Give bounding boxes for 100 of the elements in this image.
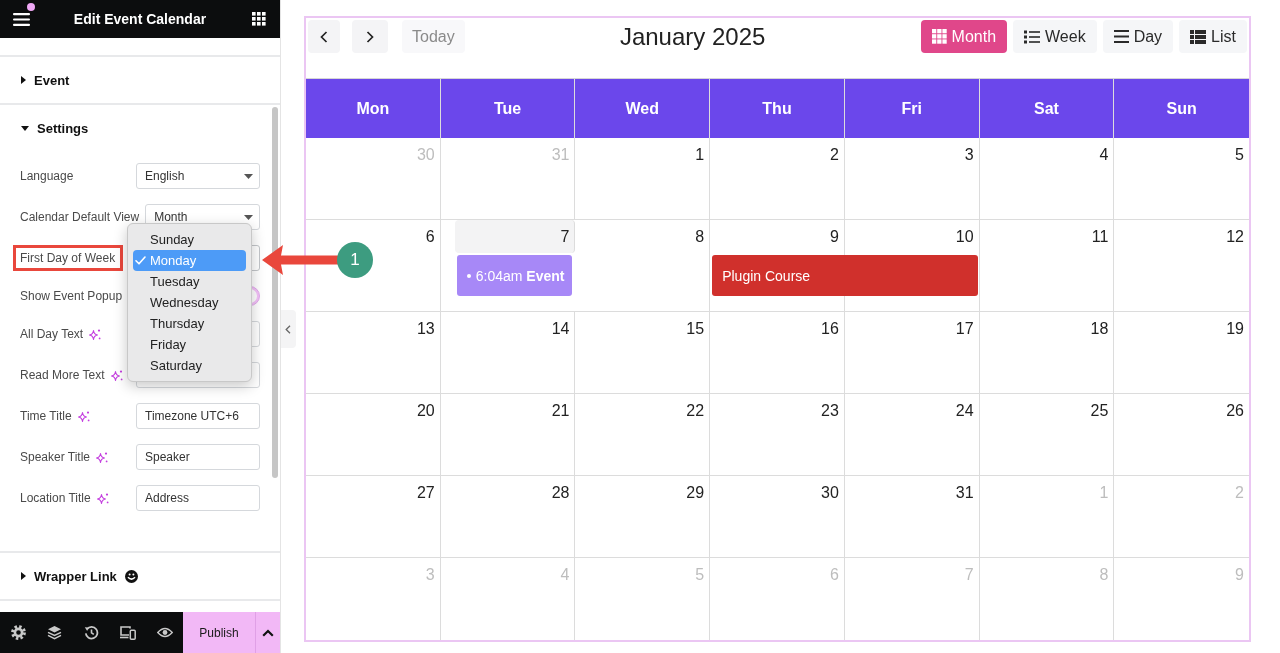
day-cell[interactable]: 27 <box>306 476 441 557</box>
day-number: 7 <box>560 227 570 247</box>
sparkle-icon[interactable] <box>96 451 109 463</box>
day-cell[interactable]: 24 <box>844 394 980 475</box>
day-number: 12 <box>1226 227 1244 247</box>
view-button[interactable]: List <box>1179 20 1247 53</box>
menu-icon <box>12 12 30 26</box>
day-number: 5 <box>695 565 705 585</box>
day-number: 24 <box>955 401 974 421</box>
day-cell[interactable]: 4 <box>979 138 1115 219</box>
day-cell[interactable]: 20 <box>306 394 441 475</box>
weekday-label: Sun <box>1166 99 1197 118</box>
scrollbar[interactable] <box>272 107 278 478</box>
bars-icon <box>1113 30 1129 43</box>
chevron-left-icon <box>285 324 291 334</box>
day-cell[interactable]: 16 <box>710 312 845 393</box>
dropdown-option[interactable]: Thursday <box>133 313 246 334</box>
weekday-label: Wed <box>625 99 659 118</box>
day-cell[interactable]: 13 <box>306 312 441 393</box>
day-cell[interactable]: 11 <box>979 220 1115 311</box>
history-icon <box>84 625 99 640</box>
day-number: 25 <box>1090 401 1109 421</box>
day-cell[interactable]: 26 <box>1114 394 1249 475</box>
weekday-label: Sat <box>1033 99 1059 118</box>
day-cell[interactable]: 29 <box>575 476 711 557</box>
view-button[interactable]: Week <box>1013 20 1097 53</box>
day-cell[interactable]: 23 <box>710 394 845 475</box>
day-number: 3 <box>425 565 435 585</box>
day-number: 20 <box>416 401 435 421</box>
publish-options-button[interactable] <box>255 612 280 653</box>
day-number: 29 <box>686 483 705 503</box>
day-number: 9 <box>829 227 839 247</box>
sparkle-icon[interactable] <box>96 492 109 504</box>
day-cell[interactable]: 28 <box>440 476 576 557</box>
publish-button[interactable]: Publish <box>183 612 255 653</box>
day-cell[interactable]: 12 <box>1114 220 1249 311</box>
day-number: 23 <box>821 401 839 421</box>
field-label: Read More Text <box>20 368 105 382</box>
day-cell[interactable]: 22 <box>575 394 711 475</box>
day-cell[interactable]: 17 <box>844 312 980 393</box>
panel-title: Edit Event Calendar <box>73 11 207 27</box>
day-number: 9 <box>1235 565 1244 585</box>
chevron-left-icon <box>320 30 328 43</box>
day-number: 16 <box>821 319 839 339</box>
text-field[interactable]: Address <box>136 485 260 511</box>
dropdown-option[interactable]: Friday <box>133 334 246 355</box>
dropdown-option[interactable]: Saturday <box>133 355 246 376</box>
sparkle-icon[interactable] <box>110 369 123 381</box>
day-cell[interactable]: 5 <box>1114 138 1249 219</box>
devices-icon <box>120 625 137 640</box>
view-button[interactable]: Day <box>1102 20 1174 53</box>
day-cell[interactable]: 21 <box>440 394 576 475</box>
weekday-label: Tue <box>493 99 522 118</box>
day-cell[interactable]: 14 <box>440 312 576 393</box>
field-label: Time Title <box>20 409 72 423</box>
weekday-label: Fri <box>901 99 922 118</box>
table-list-icon <box>1190 29 1207 44</box>
day-number: 10 <box>955 227 974 247</box>
day-number: 2 <box>829 145 839 165</box>
day-cell[interactable]: 3 <box>844 138 980 219</box>
dropdown-option[interactable]: Wednesday <box>133 292 246 313</box>
section-header[interactable]: Wrapper Link <box>0 553 280 599</box>
section-header[interactable]: Event <box>0 57 280 103</box>
layers-icon <box>47 625 63 640</box>
chevron-up-icon <box>262 628 274 637</box>
grid-icon <box>252 12 266 26</box>
day-number: 1 <box>695 145 705 165</box>
day-cell[interactable]: 30 <box>710 476 845 557</box>
day-cell[interactable]: 2 <box>710 138 845 219</box>
day-cell[interactable]: 8 <box>575 220 711 311</box>
field-label: Show Event Popup <box>20 289 123 303</box>
day-cell[interactable]: 1 <box>575 138 711 219</box>
day-cell[interactable]: 19 <box>1114 312 1249 393</box>
day-number: 31 <box>955 483 974 503</box>
day-cell[interactable]: 15 <box>575 312 711 393</box>
event-bar[interactable]: Plugin Course <box>712 255 978 296</box>
field-label: Speaker Title <box>20 450 91 464</box>
section-header[interactable]: Settings <box>0 105 280 151</box>
text-field[interactable]: Speaker <box>136 444 260 470</box>
day-number: 26 <box>1226 401 1244 421</box>
sparkle-icon[interactable] <box>77 410 90 422</box>
weekday-label: Mon <box>356 99 390 118</box>
day-number: 13 <box>416 319 435 339</box>
view-button[interactable]: Month <box>920 20 1008 53</box>
day-cell[interactable]: 31 <box>844 476 980 557</box>
chevron-right-icon <box>366 30 374 43</box>
text-field[interactable]: Timezone UTC+6 <box>136 403 260 429</box>
dropdown-option[interactable]: Tuesday <box>133 271 246 292</box>
dropdown-option[interactable]: Sunday <box>133 229 246 250</box>
field-label: All Day Text <box>20 327 84 341</box>
sparkle-icon[interactable] <box>89 328 102 340</box>
select-field[interactable]: English <box>136 163 260 189</box>
day-cell[interactable]: 25 <box>979 394 1115 475</box>
day-number: 2 <box>1235 483 1244 503</box>
day-number: 28 <box>551 483 570 503</box>
day-cell[interactable]: 18 <box>979 312 1115 393</box>
widgets-button[interactable] <box>249 9 269 29</box>
field-label: Language <box>20 169 74 183</box>
day-number: 14 <box>551 319 570 339</box>
day-number: 5 <box>1235 145 1244 165</box>
